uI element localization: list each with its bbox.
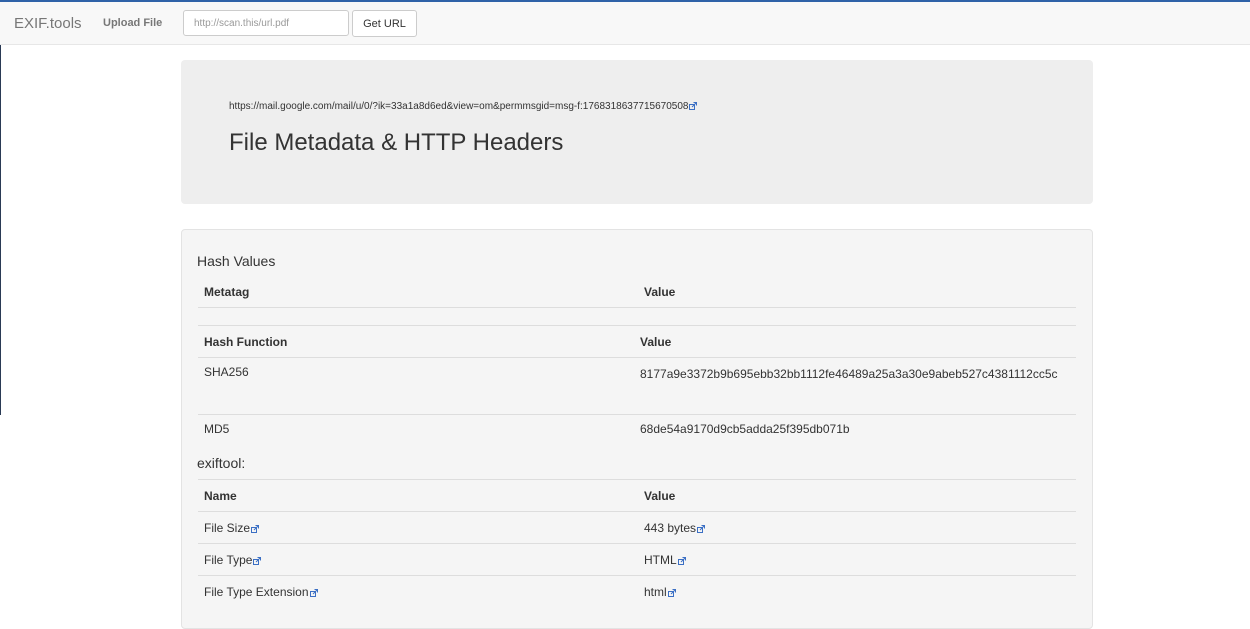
brand-logo[interactable]: EXIF.tools (14, 15, 82, 32)
hash-section-title: Hash Values (197, 253, 276, 269)
external-link-icon[interactable] (251, 524, 260, 533)
table-row: MD5 68de54a9170d9cb5adda25f395db071b (198, 414, 1076, 453)
table-row: File Size 443 bytes (198, 511, 1076, 544)
hash-name-cell: SHA256 (198, 357, 634, 415)
navbar: EXIF.tools Upload File Get URL (0, 2, 1250, 45)
external-link-icon[interactable] (667, 588, 676, 597)
get-url-button[interactable]: Get URL (352, 10, 417, 37)
window-edge (0, 2, 1, 415)
hash-name-cell: MD5 (198, 414, 634, 453)
url-input[interactable] (183, 10, 349, 36)
table-row: File Type HTML (198, 543, 1076, 576)
value-column-header: Value (638, 479, 1076, 512)
metatag-value-link[interactable]: HTML (644, 553, 677, 567)
metatag-column-header: Metatag (198, 276, 638, 308)
source-url: https://mail.google.com/mail/u/0/?ik=33a… (229, 101, 698, 112)
external-link-icon[interactable] (253, 556, 262, 565)
hash-function-column-header: Hash Function (198, 325, 634, 358)
external-link-icon[interactable] (689, 102, 698, 110)
metatag-table: Metatag Value (198, 276, 1076, 308)
name-column-header: Name (198, 479, 638, 512)
external-link-icon[interactable] (677, 556, 686, 565)
metatag-value-link[interactable]: html (644, 585, 667, 599)
value-column-header: Value (634, 325, 1076, 358)
hash-table: Hash Function Value SHA256 8177a9e3372b9… (198, 325, 1076, 453)
exiftool-table: Name Value File Size 443 bytes File Type… (198, 479, 1076, 607)
table-row: File Type Extension html (198, 575, 1076, 607)
value-column-header: Value (638, 276, 1076, 308)
hash-value-cell: 68de54a9170d9cb5adda25f395db071b (634, 414, 1076, 453)
external-link-icon[interactable] (309, 588, 318, 597)
metadata-panel: Hash Values Metatag Value Hash Function … (181, 229, 1093, 629)
source-url-text: https://mail.google.com/mail/u/0/?ik=33a… (229, 101, 689, 112)
page-title: File Metadata & HTTP Headers (229, 129, 564, 156)
header-jumbotron: https://mail.google.com/mail/u/0/?ik=33a… (181, 60, 1093, 204)
metatag-value-link[interactable]: 443 bytes (644, 521, 696, 535)
metatag-name-link[interactable]: File Size (204, 521, 250, 535)
exiftool-section-title: exiftool: (197, 455, 246, 471)
table-row: SHA256 8177a9e3372b9b695ebb32bb1112fe464… (198, 357, 1076, 415)
metatag-name-link[interactable]: File Type (204, 553, 252, 567)
metatag-name-link[interactable]: File Type Extension (204, 585, 309, 599)
hash-value-cell: 8177a9e3372b9b695ebb32bb1112fe46489a25a3… (640, 367, 1058, 381)
upload-file-link[interactable]: Upload File (103, 17, 162, 29)
external-link-icon[interactable] (697, 524, 706, 533)
